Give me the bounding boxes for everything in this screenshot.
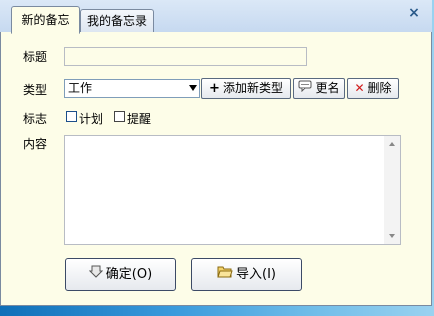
x-icon: ✕	[354, 81, 365, 95]
vertical-scrollbar[interactable]	[384, 136, 400, 244]
rename-label: 更名	[315, 81, 340, 95]
memo-form-panel: 标题 类型 工作 + 添加新类型 更名 ✕ 删除 标志 计划 提醒 内容 确定(…	[0, 32, 432, 306]
folder-icon	[217, 259, 233, 290]
add-type-button[interactable]: + 添加新类型	[201, 78, 291, 99]
tab-new-memo[interactable]: 新的备忘	[11, 6, 80, 34]
content-text	[65, 136, 400, 142]
delete-label: 删除	[367, 81, 392, 95]
title-label: 标题	[23, 50, 48, 64]
confirm-button[interactable]: 确定(O)	[65, 258, 176, 291]
title-input[interactable]	[64, 47, 307, 66]
down-arrow-icon	[88, 259, 104, 290]
tab-bar: 新的备忘 我的备忘录 ×	[0, 0, 432, 34]
delete-button[interactable]: ✕ 删除	[347, 78, 399, 99]
flag-label: 标志	[23, 112, 48, 126]
speech-bubble-icon	[298, 79, 312, 98]
type-select[interactable]: 工作	[64, 79, 200, 98]
remind-label: 提醒	[127, 112, 152, 126]
close-icon[interactable]: ×	[406, 5, 422, 21]
type-label: 类型	[23, 83, 48, 97]
plan-checkbox[interactable]	[66, 111, 77, 122]
content-label: 内容	[23, 137, 48, 151]
confirm-label: 确定(O)	[105, 267, 153, 282]
desktop-background: 新的备忘 我的备忘录 × 标题 类型 工作 + 添加新类型 更名 ✕ 删除 标志…	[0, 0, 434, 316]
import-label: 导入(I)	[236, 267, 276, 282]
remind-checkbox[interactable]	[114, 111, 125, 122]
import-button[interactable]: 导入(I)	[191, 258, 302, 291]
tab-my-memos[interactable]: 我的备忘录	[80, 9, 154, 32]
plus-icon: +	[209, 81, 220, 96]
scroll-down-icon[interactable]	[389, 234, 395, 238]
rename-button[interactable]: 更名	[293, 78, 345, 99]
plan-label: 计划	[79, 112, 104, 126]
type-select-value: 工作	[68, 81, 93, 95]
chevron-down-icon	[189, 85, 197, 91]
scroll-up-icon[interactable]	[389, 142, 395, 146]
content-textarea[interactable]	[64, 135, 401, 245]
add-type-label: 添加新类型	[222, 81, 283, 95]
